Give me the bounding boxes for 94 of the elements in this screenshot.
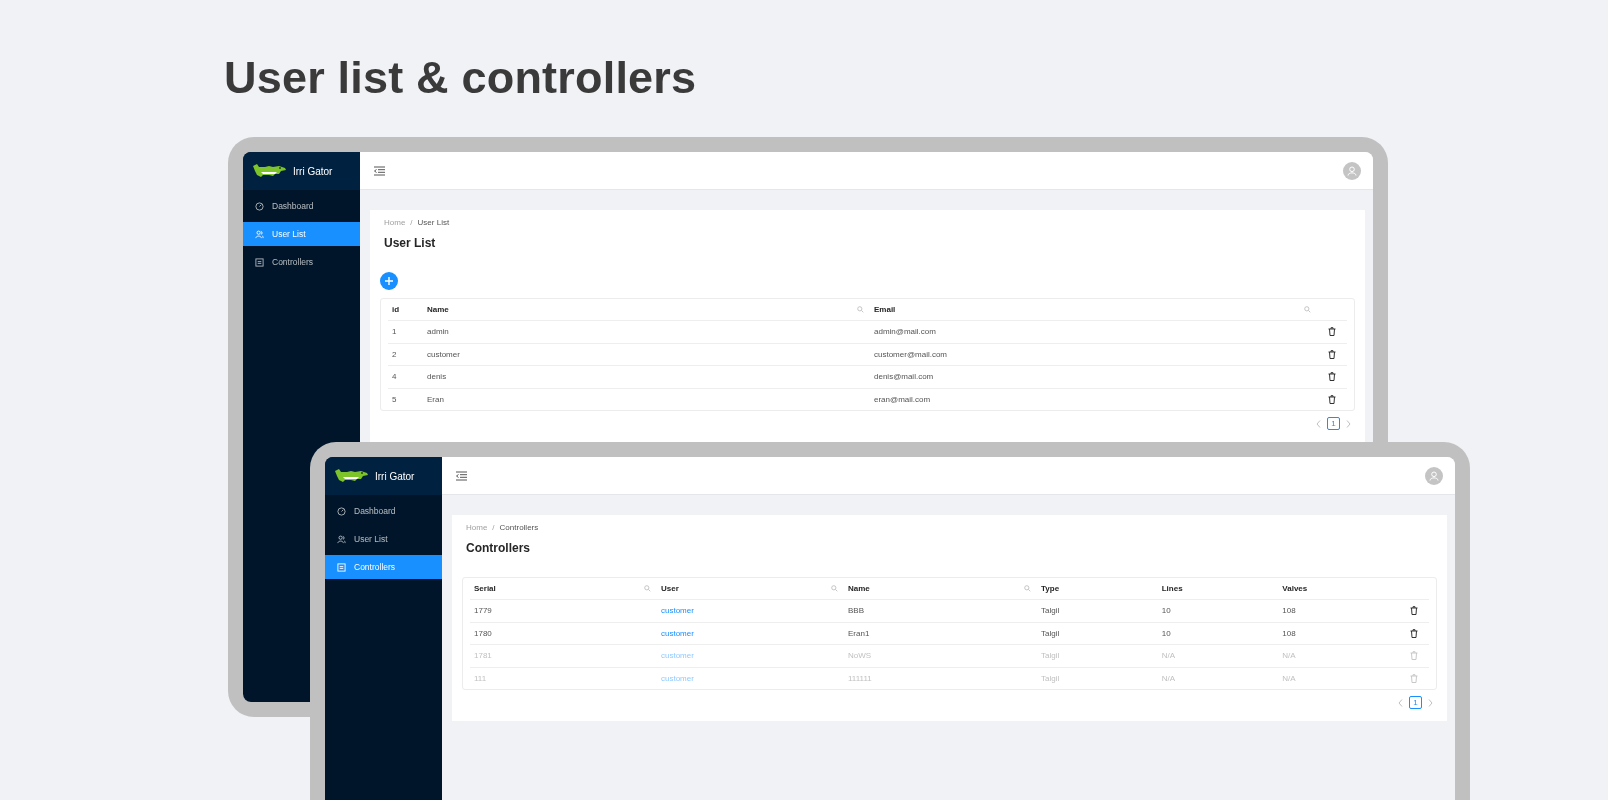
column-header: Name [427, 305, 449, 314]
page-title: User List [384, 236, 437, 250]
nav-item[interactable]: User List [325, 527, 442, 551]
table-cell-text: Talgil [1040, 606, 1061, 616]
column-header: User [661, 584, 679, 593]
add-button[interactable] [380, 272, 398, 290]
table-cell-text: BBB [847, 606, 865, 616]
breadcrumb-separator: / [492, 523, 495, 532]
page-heading: User list & controllers [224, 52, 697, 104]
table-cell-text: 4 [391, 372, 398, 382]
crocodile-logo-icon [251, 163, 287, 179]
table-cell-text: N/A [1281, 673, 1297, 683]
chevron-left-icon[interactable] [1398, 698, 1403, 707]
delete-icon[interactable] [1410, 628, 1418, 638]
user-link[interactable]: customer [657, 628, 844, 638]
nav-label: Dashboard [272, 201, 314, 211]
column-header: Lines [1161, 584, 1183, 593]
nav-item[interactable]: Dashboard [243, 194, 360, 218]
column-header: Email [874, 305, 896, 314]
page-button[interactable]: 1 [1327, 417, 1340, 430]
column-header: Type [1041, 584, 1060, 593]
nav-item[interactable]: Controllers [243, 250, 360, 274]
nav-item[interactable]: Controllers [325, 555, 442, 579]
table-cell-text: Talgil [1040, 673, 1061, 683]
page-button[interactable]: 1 [1409, 696, 1422, 709]
search-icon[interactable] [644, 585, 651, 592]
column-header: Valves [1282, 584, 1308, 593]
table-cell-text: denis@mail.com [873, 372, 935, 382]
delete-icon[interactable] [1328, 327, 1336, 337]
brand-name: Irri Gator [375, 470, 415, 482]
breadcrumb-link[interactable]: Home [384, 218, 406, 227]
crocodile-logo-icon [333, 468, 369, 484]
users-icon [337, 534, 346, 544]
table-cell-text: 10 [1160, 606, 1172, 616]
table-cell-text: N/A [1281, 651, 1297, 661]
table-cell-text: denis [426, 372, 448, 382]
column-header: id [392, 305, 400, 314]
nav-label: User List [354, 534, 388, 544]
table-cell-text: Eran [426, 394, 445, 404]
nav-label: Dashboard [354, 506, 396, 516]
list-box-icon [255, 257, 264, 267]
gauge-icon [255, 201, 264, 211]
table-cell-text: 1 [391, 327, 398, 337]
table-cell-text: 1779 [473, 606, 493, 616]
nav-label: User List [272, 229, 306, 239]
breadcrumb-separator: / [410, 218, 413, 227]
search-icon[interactable] [831, 585, 838, 592]
table-cell-text: 2 [391, 349, 398, 359]
plus-icon [385, 277, 393, 285]
nav-label: Controllers [354, 562, 396, 572]
menu-fold-icon[interactable] [374, 165, 385, 176]
users-icon [255, 229, 264, 239]
gauge-icon [337, 506, 346, 516]
chevron-right-icon[interactable] [1428, 698, 1433, 707]
chevron-left-icon[interactable] [1316, 419, 1321, 428]
breadcrumb-link[interactable]: Home [466, 523, 488, 532]
delete-icon[interactable] [1410, 606, 1418, 616]
table-cell-text: Eran1 [847, 628, 871, 638]
delete-icon[interactable] [1328, 394, 1336, 404]
user-link[interactable]: customer [657, 606, 844, 616]
table-cell-text: admin [426, 327, 450, 337]
table-cell-text: 108 [1281, 606, 1297, 616]
search-icon[interactable] [1024, 585, 1032, 592]
search-icon[interactable] [1304, 306, 1311, 313]
table-cell-text: N/A [1160, 673, 1177, 683]
list-box-icon [337, 562, 346, 572]
brand-name: Irri Gator [293, 165, 333, 177]
user-icon [1347, 165, 1357, 176]
delete-icon[interactable] [1328, 349, 1336, 359]
table-cell-text: Talgil [1040, 651, 1061, 661]
table-cell-text: 1780 [473, 628, 493, 638]
nav-item[interactable]: Dashboard [325, 499, 442, 523]
search-icon[interactable] [857, 306, 864, 313]
column-header: Serial [474, 584, 496, 593]
table-cell-text: 10 [1160, 628, 1172, 638]
table-cell-text: eran@mail.com [873, 394, 932, 404]
menu-fold-icon[interactable] [456, 470, 467, 481]
page-title: Controllers [466, 541, 531, 555]
chevron-right-icon[interactable] [1346, 419, 1351, 428]
table-cell-text: customer [426, 349, 461, 359]
delete-icon[interactable] [1328, 372, 1336, 382]
table-cell-text: customer@mail.com [873, 349, 949, 359]
table-cell-text: N/A [1160, 651, 1177, 661]
table-cell-text: 108 [1281, 628, 1297, 638]
table-cell-text: NoWS [847, 651, 873, 661]
table-cell-text: 5 [391, 394, 398, 404]
table-cell-text: Talgil [1040, 628, 1061, 638]
column-header: Name [848, 584, 870, 593]
avatar[interactable] [1343, 161, 1361, 180]
nav-item[interactable]: User List [243, 222, 360, 246]
nav-label: Controllers [272, 257, 314, 267]
table-cell-text: admin@mail.com [873, 327, 937, 337]
user-icon [1429, 470, 1439, 481]
avatar[interactable] [1425, 466, 1443, 485]
